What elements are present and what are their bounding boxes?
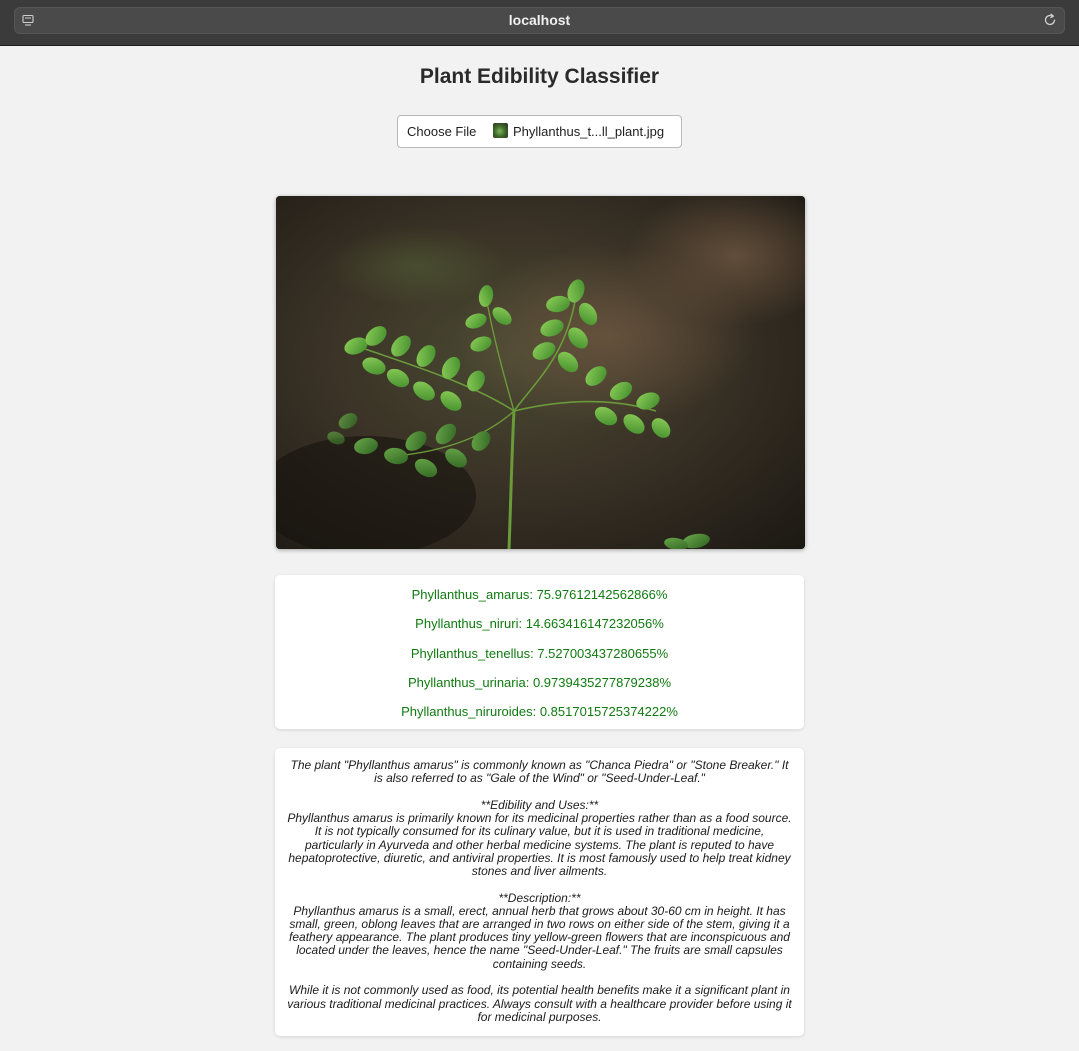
page-content: Plant Edibility Classifier Choose File P… xyxy=(0,47,1079,1051)
description-heading: **Description:** xyxy=(498,890,581,905)
prediction-results: Phyllanthus_amarus: 75.97612142562866% P… xyxy=(275,575,804,729)
choose-file-button[interactable]: Choose File xyxy=(407,124,476,139)
prediction-item: Phyllanthus_niruroides: 0.85170157253742… xyxy=(401,704,678,719)
description-text: Phyllanthus amarus is a small, erect, an… xyxy=(289,903,790,971)
selected-file-name: Phyllanthus_t...ll_plant.jpg xyxy=(513,124,665,139)
prediction-item: Phyllanthus_tenellus: 7.527003437280655% xyxy=(410,646,669,661)
edibility-heading: **Edibility and Uses:** xyxy=(480,797,599,812)
edibility-section: **Edibility and Uses:** Phyllanthus amaru… xyxy=(287,797,792,878)
description-section: **Description:** Phyllanthus amarus is a … xyxy=(287,890,792,971)
uploaded-plant-image xyxy=(276,196,805,549)
edibility-text: Phyllanthus amarus is primarily known fo… xyxy=(287,811,792,878)
page-title: Plant Edibility Classifier xyxy=(419,65,660,88)
plant-description: The plant "Phyllanthus amarus" is common… xyxy=(275,748,804,1036)
prediction-item: Phyllanthus_amarus: 75.97612142562866% xyxy=(411,587,668,602)
description-closing: While it is not commonly used as food, i… xyxy=(287,983,792,1024)
prediction-item: Phyllanthus_niruri: 14.663416147232056% xyxy=(415,616,664,631)
description-intro: The plant "Phyllanthus amarus" is common… xyxy=(290,758,789,786)
prediction-item: Phyllanthus_urinaria: 0.9739435277879238… xyxy=(407,675,672,690)
address-bar[interactable]: localhost xyxy=(14,7,1065,34)
file-input[interactable]: Choose File Phyllanthus_t...ll_plant.jpg xyxy=(397,115,682,148)
reload-icon[interactable] xyxy=(1043,13,1057,27)
browser-toolbar: localhost xyxy=(0,0,1079,46)
image-thumbnail-icon xyxy=(493,123,508,138)
url-text[interactable]: localhost xyxy=(14,7,1065,34)
